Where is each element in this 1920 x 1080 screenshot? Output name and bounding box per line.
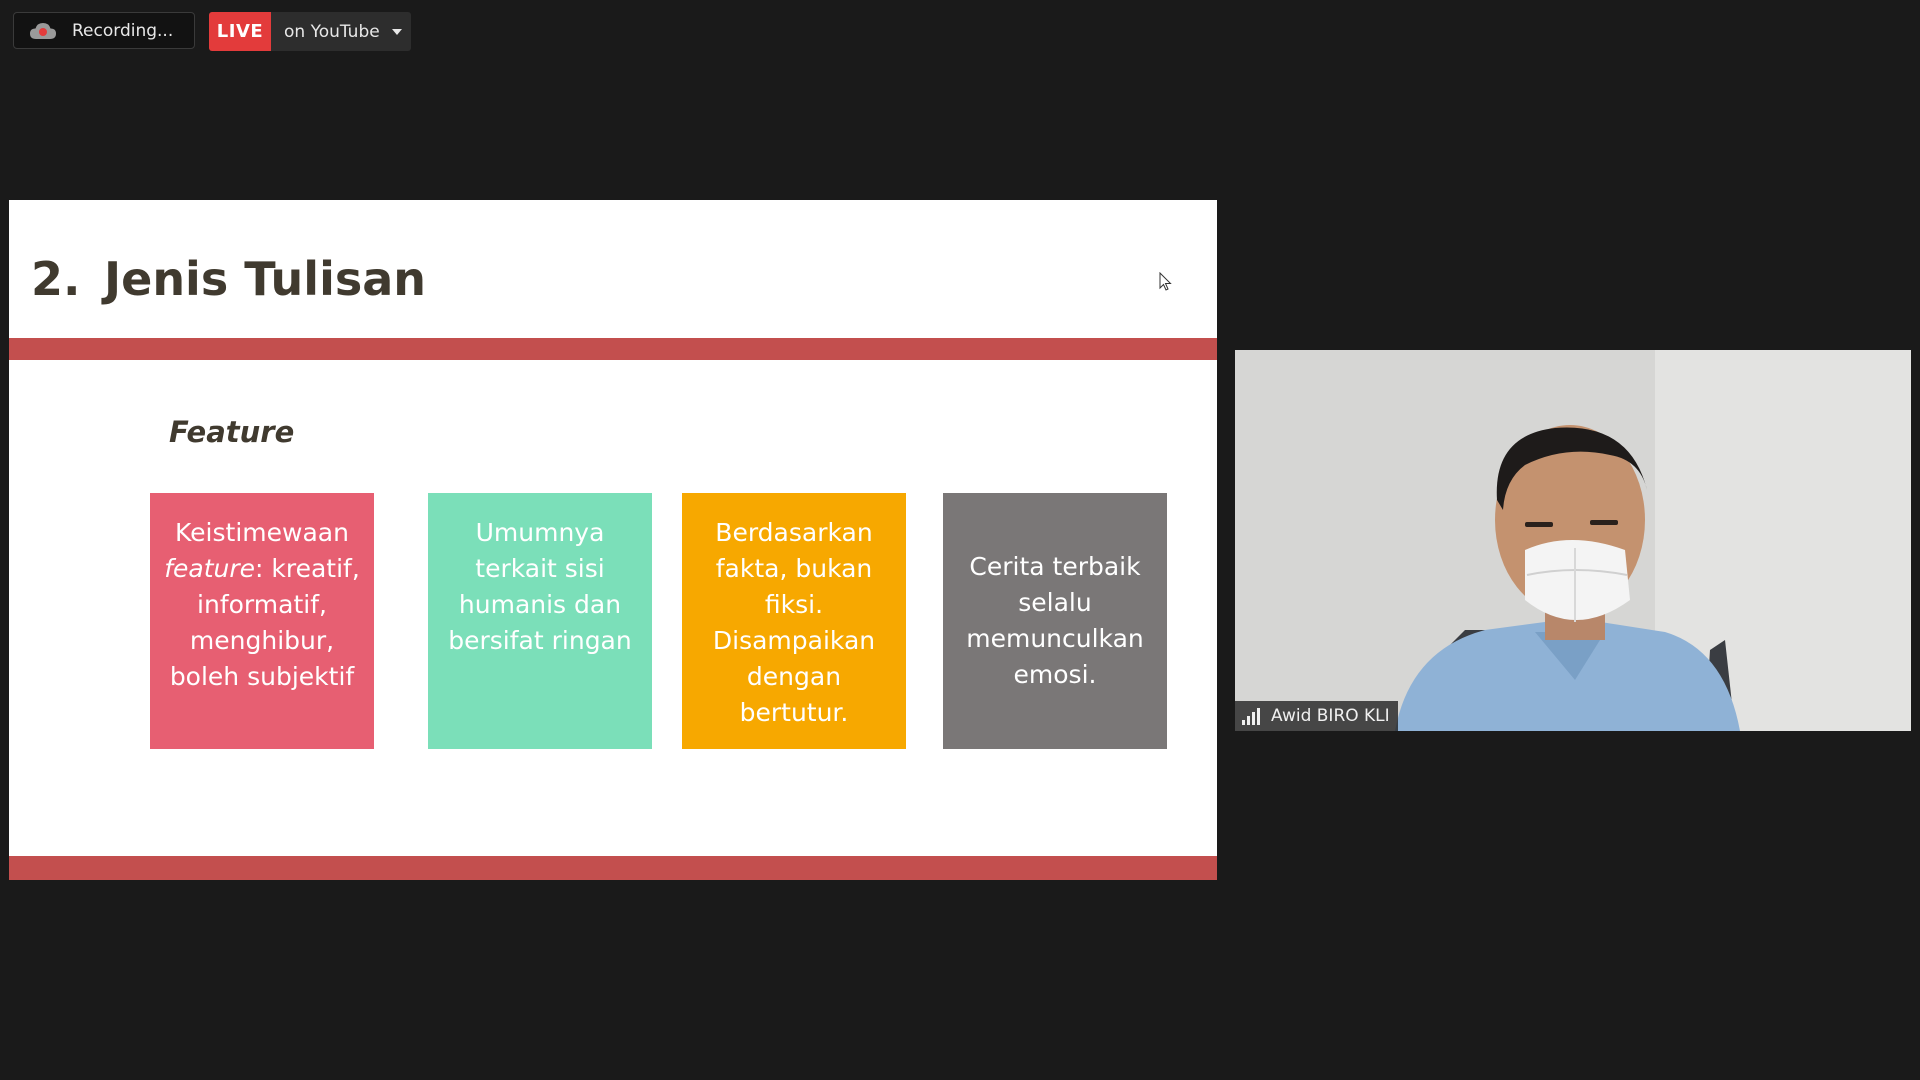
bottom-accent-band	[9, 856, 1217, 880]
card-1-lead: Keistimewaan	[175, 518, 349, 547]
chevron-down-icon	[391, 28, 402, 35]
card-keistimewaan: Keistimewaan feature: kreatif, informati…	[150, 493, 374, 749]
participant-video-tile[interactable]: Awid BIRO KLI	[1235, 350, 1911, 731]
live-badge: LIVE	[209, 12, 271, 51]
live-destination-dropdown[interactable]: on YouTube	[271, 12, 411, 51]
slide-subtitle: Feature	[169, 415, 295, 449]
participant-name-tag: Awid BIRO KLI	[1235, 701, 1398, 731]
top-accent-band	[9, 338, 1217, 360]
live-stream-control[interactable]: LIVE on YouTube	[209, 12, 411, 51]
slide-title: Jenis Tulisan	[104, 252, 426, 306]
mouse-pointer-icon	[1159, 272, 1172, 291]
recording-label: Recording...	[72, 20, 174, 41]
participant-name: Awid BIRO KLI	[1271, 706, 1390, 726]
participant-video-feed	[1235, 350, 1911, 731]
live-destination-label: on YouTube	[284, 21, 380, 42]
signal-strength-icon	[1242, 708, 1260, 725]
shared-slide: 2. Jenis Tulisan Feature Keistimewaan fe…	[9, 200, 1217, 880]
recording-indicator[interactable]: Recording...	[13, 12, 195, 49]
meeting-window: Recording... LIVE on YouTube 2. Jenis Tu…	[0, 0, 1920, 1080]
cloud-record-icon	[30, 22, 56, 39]
card-emosi: Cerita terbaik selalu memunculkan emosi.	[943, 493, 1167, 749]
slide-number: 2.	[31, 252, 81, 306]
card-1-emphasis: feature	[164, 554, 256, 583]
card-humanis: Umumnya terkait sisi humanis dan bersifa…	[428, 493, 652, 749]
card-fakta: Berdasarkan fakta, bukan fiksi. Disampai…	[682, 493, 906, 749]
